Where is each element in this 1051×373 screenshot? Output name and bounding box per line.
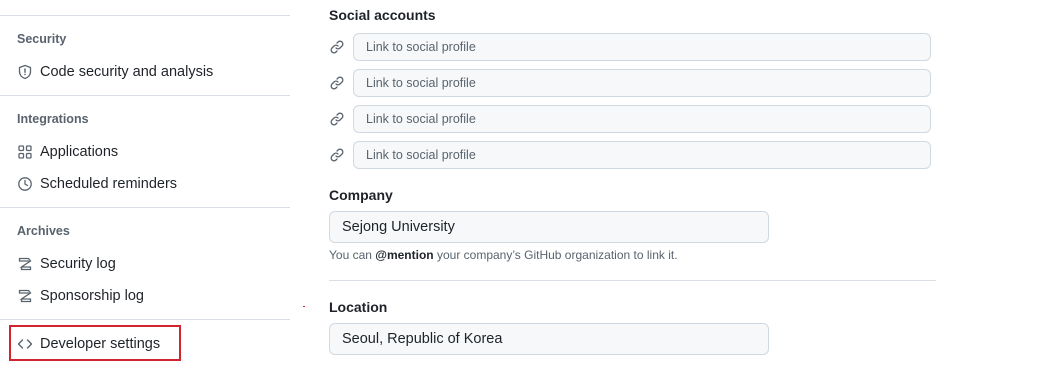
sidebar-item-sponsorship-log[interactable]: Sponsorship log xyxy=(17,284,144,308)
company-hint-prefix: You can xyxy=(329,248,376,262)
sidebar-item-applications[interactable]: Applications xyxy=(17,140,118,164)
sidebar-divider xyxy=(0,207,290,208)
red-mark xyxy=(303,306,305,307)
apps-grid-icon xyxy=(17,144,33,160)
company-field[interactable] xyxy=(329,211,769,243)
section-heading-integrations: Integrations xyxy=(17,112,89,126)
sidebar-divider xyxy=(0,319,290,320)
social-link-input-2[interactable] xyxy=(353,69,931,97)
social-accounts-label: Social accounts xyxy=(329,7,436,23)
link-icon xyxy=(330,112,344,126)
company-label: Company xyxy=(329,187,393,203)
location-label: Location xyxy=(329,299,388,315)
company-hint-mention: @mention xyxy=(375,248,434,262)
sidebar-item-label: Security log xyxy=(40,256,116,272)
link-icon xyxy=(330,76,344,90)
sidebar-item-scheduled-reminders[interactable]: Scheduled reminders xyxy=(17,172,177,196)
social-link-input-3[interactable] xyxy=(353,105,931,133)
section-heading-security: Security xyxy=(17,32,67,46)
log-icon xyxy=(17,256,33,272)
sidebar-divider xyxy=(0,95,290,96)
social-link-input-1[interactable] xyxy=(353,33,931,61)
log-icon xyxy=(17,288,33,304)
developer-settings-highlight xyxy=(9,325,181,361)
social-link-input-4[interactable] xyxy=(353,141,931,169)
sidebar-divider xyxy=(0,15,290,16)
location-field[interactable] xyxy=(329,323,769,355)
form-divider xyxy=(329,280,936,281)
sidebar-item-label: Scheduled reminders xyxy=(40,176,178,192)
sidebar-item-label: Applications xyxy=(40,144,119,160)
link-icon xyxy=(330,148,344,162)
settings-sidebar: Security Code security and analysis Inte… xyxy=(0,0,290,373)
sidebar-item-label: Sponsorship log xyxy=(40,288,144,304)
clock-icon xyxy=(17,176,33,192)
section-heading-archives: Archives xyxy=(17,224,70,238)
company-hint-suffix: your company’s GitHub organization to li… xyxy=(433,248,678,262)
sidebar-item-label: Code security and analysis xyxy=(40,64,214,80)
sidebar-item-code-security[interactable]: Code security and analysis xyxy=(17,60,213,84)
company-hint: You can @mention your company’s GitHub o… xyxy=(329,248,678,262)
link-icon xyxy=(330,40,344,54)
shield-icon xyxy=(17,64,33,80)
sidebar-item-security-log[interactable]: Security log xyxy=(17,252,116,276)
